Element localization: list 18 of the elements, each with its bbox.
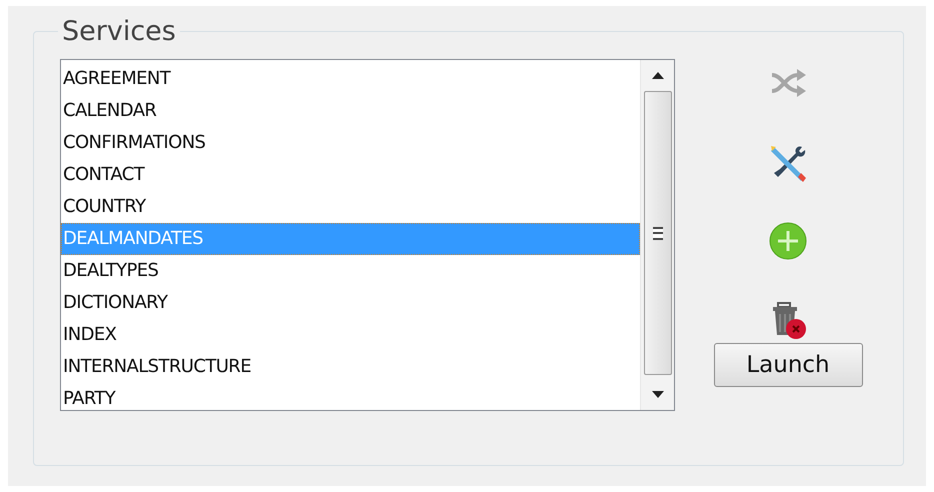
list-item[interactable]: AGREEMENT <box>61 63 640 95</box>
list-item[interactable]: CONTACT <box>61 159 640 191</box>
list-item[interactable]: CALENDAR <box>61 95 640 127</box>
list-item[interactable]: CONFIRMATIONS <box>61 127 640 159</box>
list-item[interactable]: DEALTYPES <box>61 255 640 287</box>
scrollbar[interactable] <box>640 60 674 410</box>
add-icon[interactable] <box>768 221 808 261</box>
services-list[interactable]: AGREEMENT CALENDAR CONFIRMATIONS CONTACT COUNTRY DEALMANDATES DEALTYPES DICTIONARY INDEX INTERNALSTRUCTURE PARTY <box>60 59 675 411</box>
pencil-wrench-icon[interactable] <box>768 143 808 183</box>
scroll-thumb[interactable] <box>644 91 672 375</box>
list-item[interactable]: INTERNALSTRUCTURE <box>61 351 640 383</box>
scroll-up-arrow-icon[interactable] <box>652 72 664 79</box>
list-item[interactable]: COUNTRY <box>61 191 640 223</box>
launch-button[interactable]: Launch <box>714 343 862 387</box>
list-item[interactable]: DICTIONARY <box>61 287 640 319</box>
list-item[interactable]: INDEX <box>61 319 640 351</box>
scroll-down-arrow-icon[interactable] <box>652 391 664 398</box>
group-title: Services <box>61 16 177 47</box>
